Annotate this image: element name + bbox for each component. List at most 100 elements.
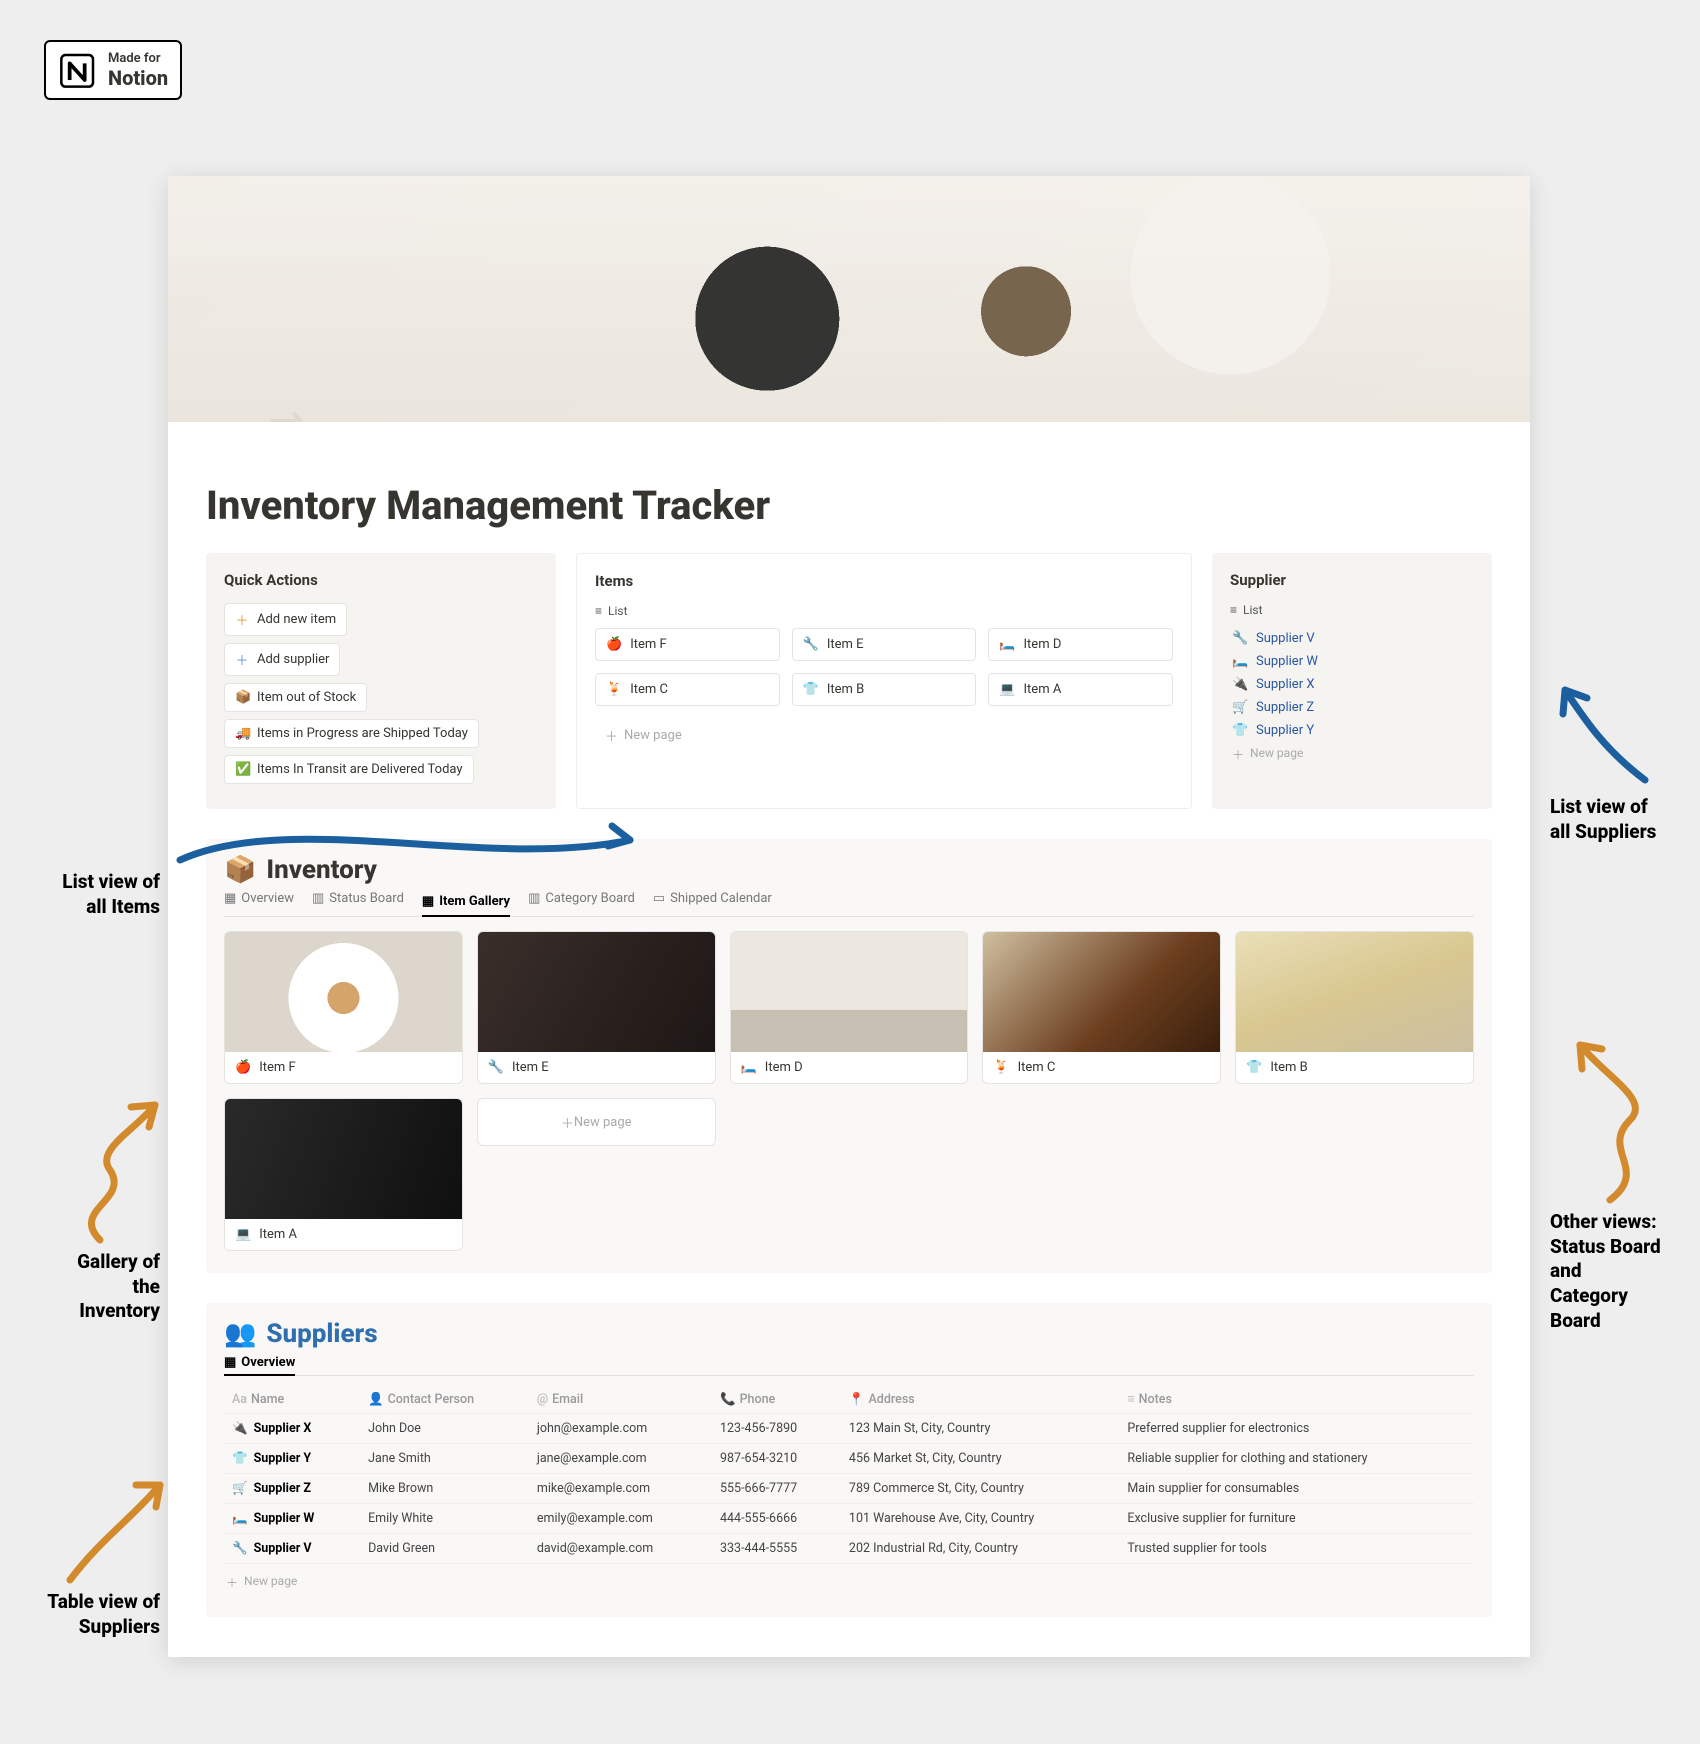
cell-phone: 444-555-6666: [712, 1504, 841, 1534]
qa-icon: ＋: [235, 610, 249, 629]
tab-category-board[interactable]: ▥Category Board: [528, 891, 635, 910]
quick-action-4[interactable]: ✅Items In Transit are Delivered Today: [224, 755, 474, 784]
gallery-label: Item A: [259, 1227, 297, 1242]
supplier-icon: 🔧: [1232, 631, 1248, 646]
gallery-icon: 🛏️: [741, 1060, 757, 1075]
gallery-new-page[interactable]: ＋ New page: [477, 1098, 716, 1146]
tab-shipped-calendar[interactable]: ▭Shipped Calendar: [653, 891, 772, 910]
gallery-card-item-a[interactable]: 💻 Item A: [224, 1098, 463, 1251]
col-contact[interactable]: 👤Contact Person: [360, 1386, 529, 1414]
gallery-card-item-b[interactable]: 👕Item B: [1235, 931, 1474, 1084]
arrow-other-views: [1550, 1030, 1680, 1210]
col-notes[interactable]: ≡Notes: [1119, 1386, 1474, 1414]
supplier-link-supplier-x[interactable]: 🔌Supplier X: [1230, 673, 1474, 696]
cell-name: Supplier X: [254, 1421, 312, 1436]
qa-icon: 🚚: [235, 726, 249, 741]
table-row[interactable]: 🔌Supplier X John Doe john@example.com 12…: [224, 1414, 1474, 1444]
inventory-section: 📦 Inventory ▦Overview▥Status Board▦Item …: [206, 839, 1492, 1273]
cell-email: mike@example.com: [529, 1474, 712, 1504]
notion-logo-icon: [58, 50, 98, 90]
plus-icon: ＋: [226, 1574, 238, 1591]
quick-action-2[interactable]: 📦Item out of Stock: [224, 683, 367, 712]
item-chip-item-a[interactable]: 💻Item A: [988, 673, 1173, 706]
cell-name: Supplier V: [254, 1541, 312, 1556]
supplier-link-supplier-z[interactable]: 🛒Supplier Z: [1230, 696, 1474, 719]
item-chip-item-c[interactable]: 🍹Item C: [595, 673, 780, 706]
cell-contact: David Green: [360, 1534, 529, 1564]
tab-label: Item Gallery: [439, 894, 510, 909]
tab-label: Shipped Calendar: [670, 891, 772, 906]
annotation-suppliers-table: Table view ofSuppliers: [20, 1590, 160, 1639]
item-chip-item-f[interactable]: 🍎Item F: [595, 628, 780, 661]
col-email[interactable]: @Email: [529, 1386, 712, 1414]
gallery-icon: 💻: [235, 1227, 251, 1242]
items-new-page[interactable]: ＋New page: [595, 718, 780, 753]
plus-icon: ＋: [605, 726, 618, 745]
gallery-label: Item E: [512, 1060, 549, 1075]
annotation-items-list: List view ofall Items: [30, 870, 160, 919]
supplier-link-supplier-w[interactable]: 🛏️Supplier W: [1230, 650, 1474, 673]
table-row[interactable]: 🛒Supplier Z Mike Brown mike@example.com …: [224, 1474, 1474, 1504]
cell-name: Supplier Y: [254, 1451, 312, 1466]
item-chip-item-e[interactable]: 🔧Item E: [792, 628, 977, 661]
items-view-header[interactable]: ≡ List: [595, 604, 1173, 618]
table-row[interactable]: 🔧Supplier V David Green david@example.co…: [224, 1534, 1474, 1564]
cell-phone: 123-456-7890: [712, 1414, 841, 1444]
items-title: Items: [595, 572, 1173, 590]
supplier-new-page[interactable]: ＋New page: [1230, 742, 1474, 767]
gallery-label: Item F: [259, 1060, 296, 1075]
supplier-label: Supplier Y: [1256, 723, 1314, 738]
gallery-card-item-f[interactable]: 🍎Item F: [224, 931, 463, 1084]
tab-icon: ▥: [528, 891, 540, 906]
items-panel: Items ≡ List 🍎Item F 🔧Item E 🛏️Item D 🍹Item…: [576, 553, 1192, 809]
cell-notes: Reliable supplier for clothing and stati…: [1119, 1444, 1474, 1474]
gallery-card-item-d[interactable]: 🛏️Item D: [730, 931, 969, 1084]
qa-label: Add new item: [257, 612, 336, 627]
item-icon: 🍹: [606, 682, 622, 697]
col-name[interactable]: AaName: [224, 1386, 360, 1414]
cell-name: Supplier Z: [254, 1481, 311, 1496]
tab-icon: ▦: [224, 891, 236, 906]
gallery-card-item-e[interactable]: 🔧 Item E: [477, 931, 716, 1084]
tab-status-board[interactable]: ▥Status Board: [312, 891, 404, 910]
plus-icon: ＋: [561, 1113, 574, 1132]
tab-item-gallery[interactable]: ▦Item Gallery: [422, 891, 510, 917]
row-icon: 🔧: [232, 1541, 248, 1556]
tab-overview[interactable]: ▦Overview: [224, 891, 294, 910]
quick-actions-panel: Quick Actions ＋Add new item＋Add supplier…: [206, 553, 556, 809]
suppliers-new-page[interactable]: ＋ New page: [224, 1570, 1474, 1595]
cell-contact: Emily White: [360, 1504, 529, 1534]
supplier-link-supplier-y[interactable]: 👕Supplier Y: [1230, 719, 1474, 742]
qa-label: Add supplier: [257, 652, 329, 667]
quick-action-1[interactable]: ＋ Add supplier: [224, 643, 340, 676]
gallery-icon: 🔧: [488, 1060, 504, 1075]
col-address[interactable]: 📍Address: [841, 1386, 1119, 1414]
qa-icon: ＋: [235, 650, 249, 669]
table-row[interactable]: 🛏️Supplier W Emily White emily@example.c…: [224, 1504, 1474, 1534]
supplier-link-supplier-v[interactable]: 🔧 Supplier V: [1230, 627, 1474, 650]
tab-overview[interactable]: ▦ Overview: [224, 1355, 295, 1376]
arrow-gallery: [40, 1090, 170, 1250]
item-chip-item-b[interactable]: 👕Item B: [792, 673, 977, 706]
item-icon: 💻: [999, 682, 1015, 697]
supplier-panel: Supplier ≡ List 🔧Supplier V🛏️Supplier W🔌…: [1212, 553, 1492, 809]
table-row[interactable]: 👕Supplier Y Jane Smith jane@example.com …: [224, 1444, 1474, 1474]
col-phone[interactable]: 📞Phone: [712, 1386, 841, 1414]
item-icon: 🍎: [606, 637, 622, 652]
row-icon: 🛒: [232, 1481, 248, 1496]
cell-address: 123 Main St, City, Country: [841, 1414, 1119, 1444]
cell-contact: Mike Brown: [360, 1474, 529, 1504]
supplier-view-header[interactable]: ≡ List: [1230, 603, 1474, 617]
arrow-suppliers-list: [1545, 680, 1665, 790]
cell-address: 789 Commerce St, City, Country: [841, 1474, 1119, 1504]
quick-action-3[interactable]: 🚚Items in Progress are Shipped Today: [224, 719, 479, 748]
supplier-label: Supplier V: [1256, 631, 1315, 646]
quick-action-0[interactable]: ＋ Add new item: [224, 603, 347, 636]
cell-email: emily@example.com: [529, 1504, 712, 1534]
gallery-card-item-c[interactable]: 🍹Item C: [982, 931, 1221, 1084]
cell-notes: Main supplier for consumables: [1119, 1474, 1474, 1504]
cell-address: 202 Industrial Rd, City, Country: [841, 1534, 1119, 1564]
item-chip-item-d[interactable]: 🛏️Item D: [988, 628, 1173, 661]
gallery-icon: 🍹: [993, 1060, 1009, 1075]
supplier-icon: 🛒: [1232, 700, 1248, 715]
